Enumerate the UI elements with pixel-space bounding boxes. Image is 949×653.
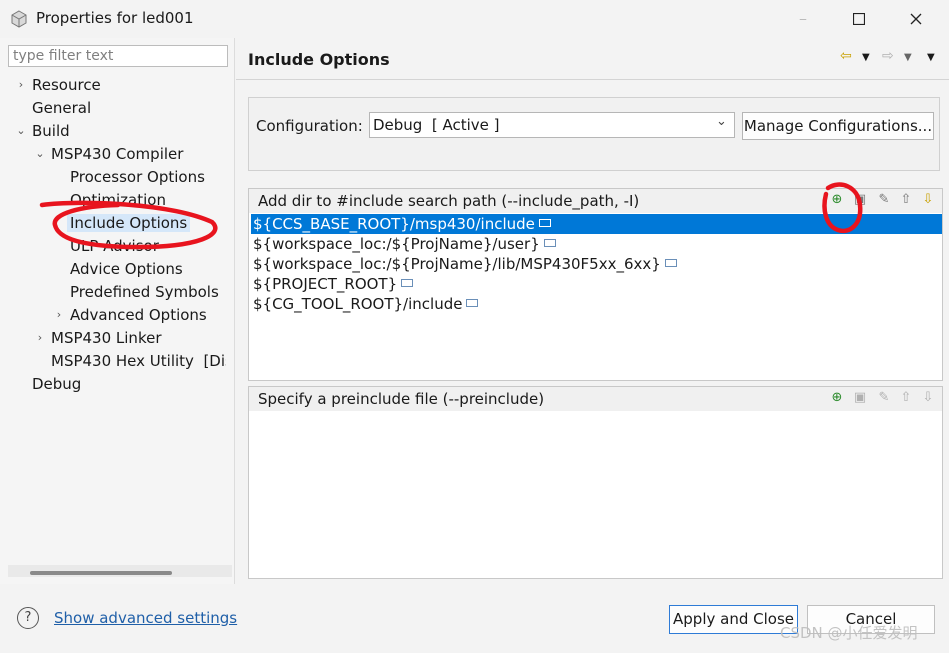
- delete-icon[interactable]: ▣: [852, 390, 868, 406]
- watermark: CSDN @小任爱发明: [780, 624, 918, 642]
- configuration-value[interactable]: Debug [ Active ]: [373, 116, 500, 134]
- add-icon[interactable]: ⊕: [829, 192, 845, 208]
- more-icon[interactable]: [466, 298, 479, 307]
- tree-item-optimization[interactable]: Optimization: [70, 189, 166, 211]
- tree-item-label: Optimization: [70, 191, 166, 209]
- chevron-right-icon[interactable]: ›: [54, 304, 64, 326]
- back-menu-icon[interactable]: ▼: [862, 52, 870, 63]
- tree-item-label: Processor Options: [70, 168, 205, 186]
- tree-item-label: Predefined Symbols: [70, 283, 219, 301]
- filter-input[interactable]: [8, 45, 228, 67]
- chevron-down-icon[interactable]: ⌄: [35, 143, 45, 165]
- list-item-text: ${CG_TOOL_ROOT}/include: [253, 295, 463, 313]
- tree-item-label: ULP Advisor: [70, 237, 159, 255]
- list-header: Add dir to #include search path (--inclu…: [249, 189, 942, 213]
- move-down-icon[interactable]: ⇩: [920, 192, 936, 208]
- list-item-text: ${PROJECT_ROOT}: [253, 275, 398, 293]
- app-icon: [11, 10, 27, 28]
- forward-menu-icon[interactable]: ▼: [904, 52, 912, 63]
- tree-item-label: Advanced Options: [70, 306, 207, 324]
- separator: [236, 79, 949, 80]
- tree-item-msp430-hex-utility[interactable]: MSP430 Hex Utility [Dis: [51, 350, 226, 372]
- minimize-button[interactable]: ⎯: [780, 0, 826, 38]
- edit-icon[interactable]: ✎: [876, 390, 892, 406]
- close-button[interactable]: [893, 0, 939, 38]
- tree-item-label: General: [32, 99, 92, 117]
- scrollbar-thumb[interactable]: [30, 571, 172, 575]
- tree-item-label: Resource: [32, 76, 101, 94]
- chevron-right-icon[interactable]: ›: [35, 327, 45, 349]
- list-item[interactable]: ${workspace_loc:/${ProjName}/user}: [251, 234, 942, 254]
- add-icon[interactable]: ⊕: [829, 390, 845, 406]
- maximize-button[interactable]: [836, 0, 882, 38]
- preinclude-header: Specify a preinclude file (--preinclude): [258, 390, 545, 408]
- help-icon[interactable]: ?: [17, 607, 39, 629]
- preinclude-list: Specify a preinclude file (--preinclude)…: [248, 386, 943, 579]
- tree-item-debug[interactable]: Debug: [32, 373, 81, 395]
- chevron-down-icon[interactable]: ⌄: [716, 114, 727, 129]
- move-up-icon[interactable]: ⇧: [898, 192, 914, 208]
- manage-configurations-button[interactable]: Manage Configurations...: [742, 112, 934, 140]
- delete-icon[interactable]: ▣: [852, 192, 868, 208]
- tree-item-label: MSP430 Hex Utility [Dis: [51, 352, 226, 370]
- tree-item-label: Debug: [32, 375, 82, 393]
- list-item[interactable]: ${workspace_loc:/${ProjName}/lib/MSP430F…: [251, 254, 942, 274]
- list-item[interactable]: ${CG_TOOL_ROOT}/include: [251, 294, 942, 314]
- configuration-label: Configuration:: [256, 117, 363, 135]
- back-arrow-icon[interactable]: ⇦: [840, 48, 852, 64]
- tree-item-general[interactable]: General: [32, 97, 91, 119]
- more-icon[interactable]: [543, 238, 556, 247]
- window-title: Properties for led001: [36, 9, 194, 27]
- more-icon[interactable]: [401, 278, 414, 287]
- apply-and-close-button[interactable]: Apply and Close: [669, 605, 798, 634]
- tree-item-label: MSP430 Compiler: [51, 145, 184, 163]
- list-item-text: ${workspace_loc:/${ProjName}/lib/MSP430F…: [253, 255, 661, 273]
- show-advanced-settings-link[interactable]: Show advanced settings: [54, 609, 237, 627]
- list-item-text: ${CCS_BASE_ROOT}/msp430/include: [253, 215, 535, 233]
- tree-item-ulp-advisor[interactable]: ULP Advisor: [70, 235, 159, 257]
- page-title: Include Options: [248, 50, 390, 69]
- tree-item-label: Build: [32, 122, 70, 140]
- tree-item-processor-options[interactable]: Processor Options: [70, 166, 205, 188]
- tree-item-label: MSP430 Linker: [51, 329, 162, 347]
- list-item[interactable]: ${PROJECT_ROOT}: [251, 274, 942, 294]
- tree-item-predefined-symbols[interactable]: Predefined Symbols: [70, 281, 219, 303]
- move-down-icon[interactable]: ⇩: [920, 390, 936, 406]
- close-icon: [910, 13, 922, 25]
- view-menu-icon[interactable]: ▼: [927, 52, 935, 63]
- include-path-list: Add dir to #include search path (--inclu…: [248, 188, 943, 381]
- chevron-down-icon[interactable]: ⌄: [16, 120, 26, 142]
- move-up-icon[interactable]: ⇧: [898, 390, 914, 406]
- forward-arrow-icon[interactable]: ⇨: [882, 48, 894, 64]
- list-item-text: ${workspace_loc:/${ProjName}/user}: [253, 235, 540, 253]
- chevron-right-icon[interactable]: ›: [16, 74, 26, 96]
- include-path-header: Add dir to #include search path (--inclu…: [258, 192, 640, 210]
- tree-item-advice-options[interactable]: Advice Options: [70, 258, 183, 280]
- more-icon[interactable]: [538, 218, 551, 227]
- list-item[interactable]: ${CCS_BASE_ROOT}/msp430/include: [251, 214, 942, 234]
- tree-item-label: Advice Options: [70, 260, 183, 278]
- list-header: Specify a preinclude file (--preinclude)…: [249, 387, 942, 411]
- more-icon[interactable]: [664, 258, 677, 267]
- maximize-icon: [853, 13, 865, 25]
- tree-item-label: Include Options: [67, 214, 191, 232]
- edit-icon[interactable]: ✎: [876, 192, 892, 208]
- tree-item-include-options[interactable]: Include Options: [67, 212, 191, 234]
